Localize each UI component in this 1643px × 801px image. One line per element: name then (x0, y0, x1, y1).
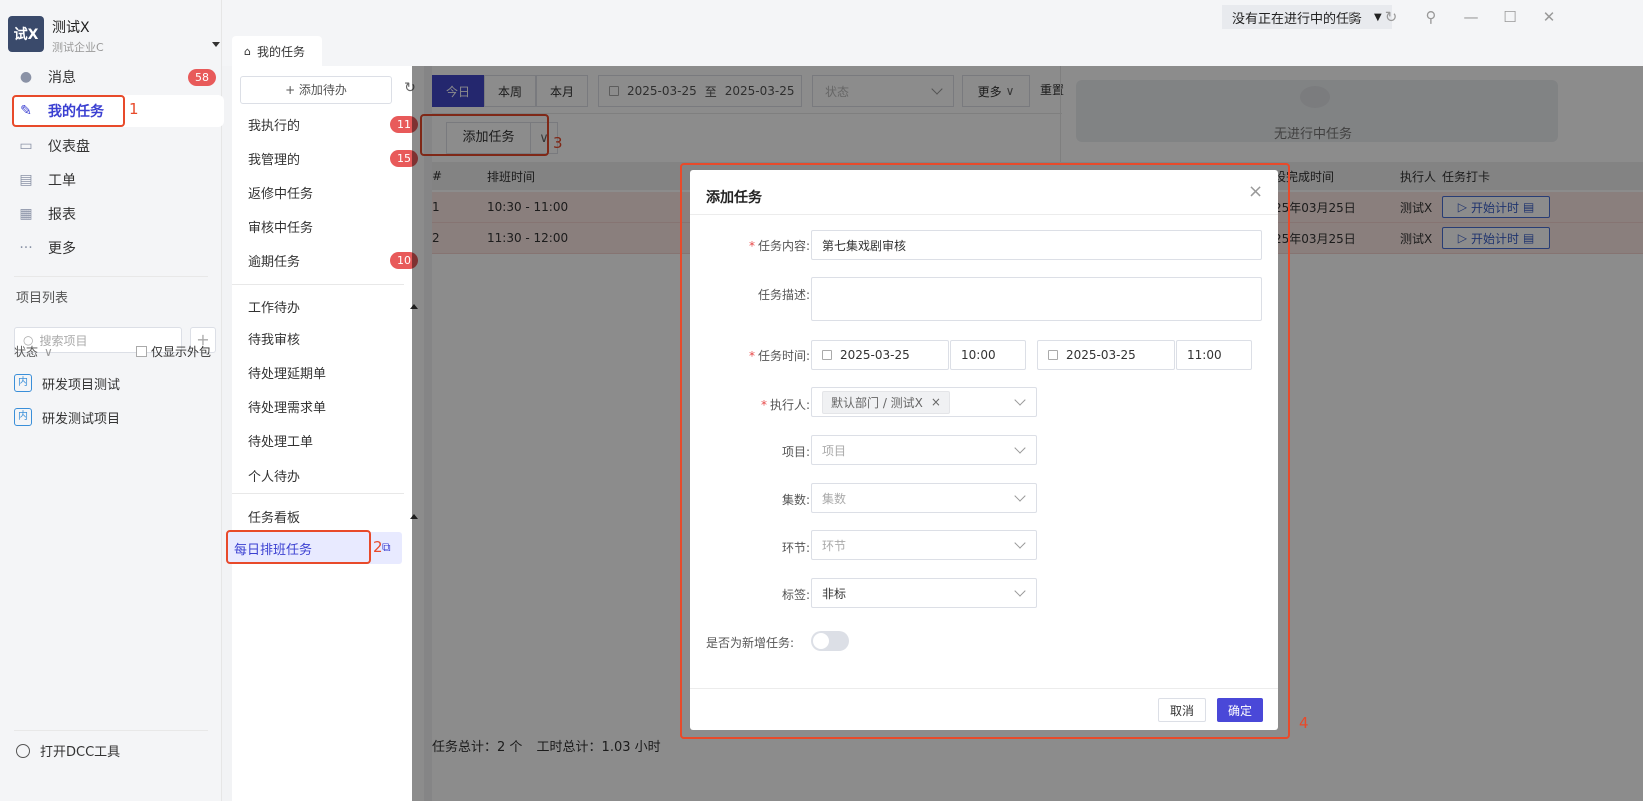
nav-label: 报表 (48, 207, 76, 223)
status-filter-label: 状态 (14, 345, 39, 359)
tab-my-tasks[interactable]: ⌂ 我的任务 (232, 36, 322, 66)
filter-label: 审核中任务 (248, 220, 314, 236)
tab-label: 我的任务 (256, 44, 305, 59)
project-name: 研发测试项目 (42, 411, 121, 427)
nav-report[interactable]: ▦ 报表 (14, 198, 224, 230)
caret-down-icon[interactable] (212, 42, 220, 47)
project-name: 研发项目测试 (42, 377, 121, 393)
annotation-number: 1 (129, 100, 139, 118)
nav-messages[interactable]: ● 消息 58 (14, 61, 224, 93)
close-icon[interactable]: ✕ (1540, 8, 1558, 26)
company-name[interactable]: 测试企业C (52, 39, 104, 55)
annotation-box (680, 163, 1290, 739)
filter-item-overdue[interactable]: 逾期任务 10 (248, 246, 418, 274)
chevron-down-icon: ∨ (44, 344, 53, 359)
home-icon: ⌂ (244, 44, 251, 58)
sidebar: 试X 测试X 测试企业C ● 消息 58 ✎ 我的任务 ▭ 仪表盘 ▤ 工单 ▦… (0, 0, 224, 801)
more-icon: ··· (19, 240, 33, 256)
briefcase-icon[interactable]: ⊡ (1345, 8, 1363, 26)
internal-tag-icon: 内 (14, 374, 32, 392)
top-bar: ⌂ 我的任务 没有正在进行中的任务 ▼ ⊡ ↻ ⚲ — ☐ ✕ (222, 0, 1643, 66)
task-category-panel: + 添加待办 ↻ 我执行的 11 我管理的 15 返修中任务 审核中任务 逾期任… (226, 66, 424, 801)
status-filter[interactable]: 状态 ∨ (14, 343, 53, 360)
todo-label: 待处理工单 (248, 434, 314, 450)
todo-item[interactable]: 待处理工单 (248, 426, 418, 454)
message-count-badge: 58 (188, 68, 216, 86)
workorder-icon: ▤ (19, 172, 33, 188)
app-name: 测试X (52, 20, 90, 36)
dashboard-icon: ▭ (19, 138, 33, 154)
filter-item-managing[interactable]: 我管理的 15 (248, 144, 418, 172)
group-work-todo[interactable]: 工作待办 (248, 292, 418, 320)
group-task-board[interactable]: 任务看板 (248, 502, 418, 530)
divider (232, 493, 404, 494)
open-external-icon[interactable]: ⧉ (382, 540, 391, 555)
open-dcc-button[interactable]: 打开DCC工具 (16, 741, 120, 760)
message-icon: ● (19, 69, 33, 85)
nav-label: 工单 (48, 173, 76, 189)
open-dcc-label: 打开DCC工具 (40, 745, 121, 760)
project-item[interactable]: 内 研发项目测试 (14, 371, 120, 395)
nav-dashboard[interactable]: ▭ 仪表盘 (14, 130, 224, 162)
outsource-only-checkbox[interactable]: 仅显示外包 (136, 343, 211, 360)
nav-label: 更多 (48, 241, 76, 257)
checkbox-icon (136, 346, 147, 357)
group-label: 工作待办 (248, 300, 301, 316)
todo-item[interactable]: 待我审核 (248, 324, 418, 352)
nav-more[interactable]: ··· 更多 (14, 232, 224, 264)
nav-label: 仪表盘 (48, 139, 90, 155)
pin-icon[interactable]: ⚲ (1422, 8, 1440, 26)
annotation-box (12, 95, 125, 127)
annotation-number: 4 (1299, 714, 1309, 732)
divider (14, 276, 208, 277)
todo-label: 待处理需求单 (248, 400, 327, 416)
todo-label: 待我审核 (248, 332, 301, 348)
nav-workorder[interactable]: ▤ 工单 (14, 164, 224, 196)
running-task-status[interactable]: 没有正在进行中的任务 ▼ (1222, 5, 1392, 29)
caret-down-icon: ▼ (1374, 11, 1382, 23)
dcc-icon (16, 743, 30, 758)
annotation-box (226, 530, 371, 564)
running-task-text: 没有正在进行中的任务 (1232, 11, 1363, 27)
add-todo-button[interactable]: + 添加待办 (240, 76, 392, 104)
project-list-label: 项目列表 (16, 291, 69, 306)
report-icon: ▦ (19, 206, 33, 222)
filter-label: 我管理的 (248, 152, 301, 168)
filter-item-reviewing[interactable]: 审核中任务 (248, 212, 418, 240)
todo-label: 待处理延期单 (248, 366, 327, 382)
filter-item-rework[interactable]: 返修中任务 (248, 178, 418, 206)
annotation-number: 2 (373, 538, 383, 556)
divider (14, 730, 208, 731)
todo-item[interactable]: 待处理延期单 (248, 358, 418, 386)
todo-item[interactable]: 个人待办 (248, 461, 418, 489)
todo-label: 个人待办 (248, 469, 301, 485)
app-logo: 试X (8, 16, 44, 52)
todo-item[interactable]: 待处理需求单 (248, 392, 418, 420)
filter-label: 我执行的 (248, 118, 301, 134)
filter-item-executing[interactable]: 我执行的 11 (248, 110, 418, 138)
filter-label: 逾期任务 (248, 254, 301, 270)
nav-label: 消息 (48, 70, 76, 86)
internal-tag-icon: 内 (14, 408, 32, 426)
minimize-icon[interactable]: — (1462, 8, 1480, 26)
project-item[interactable]: 内 研发测试项目 (14, 405, 120, 429)
refresh-icon[interactable]: ↻ (1382, 8, 1400, 26)
maximize-icon[interactable]: ☐ (1501, 8, 1519, 26)
filter-label: 返修中任务 (248, 186, 314, 202)
divider (232, 284, 404, 285)
group-label: 任务看板 (248, 510, 301, 526)
checkbox-label: 仅显示外包 (151, 345, 212, 359)
